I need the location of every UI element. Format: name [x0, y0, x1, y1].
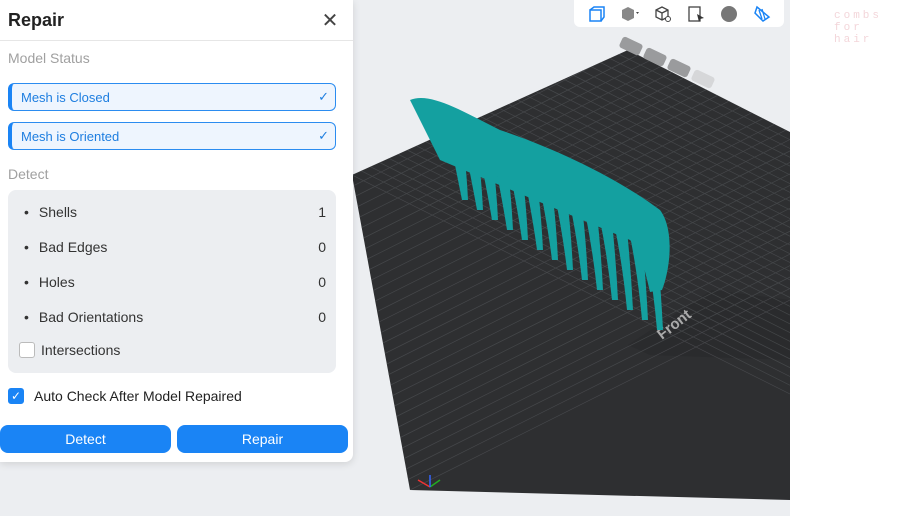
detect-row-holes: Holes 0: [24, 274, 326, 290]
detect-button[interactable]: Detect: [0, 425, 171, 453]
select-icon[interactable]: [686, 4, 706, 24]
status-mesh-closed: Mesh is Closed ✓: [8, 83, 336, 111]
auto-check-checkbox[interactable]: ✓ Auto Check After Model Repaired: [8, 388, 242, 404]
status-mesh-oriented: Mesh is Oriented ✓: [8, 122, 336, 150]
front-view-icon[interactable]: [587, 4, 607, 24]
build-plate: [352, 50, 790, 500]
row-label: Bad Edges: [24, 239, 108, 255]
row-label: Bad Orientations: [24, 309, 143, 325]
row-label: Shells: [24, 204, 77, 220]
model-status-heading: Model Status: [8, 50, 90, 66]
detect-row-bad-orientations: Bad Orientations 0: [24, 309, 326, 325]
detect-results: Shells 1 Bad Edges 0 Holes 0 Bad Orientatio…: [8, 190, 336, 373]
repair-button[interactable]: Repair: [177, 425, 348, 453]
checkbox-label: Auto Check After Model Repaired: [34, 388, 242, 404]
watermark: combs for hair: [834, 10, 883, 46]
detect-row-shells: Shells 1: [24, 204, 326, 220]
check-icon: ✓: [318, 89, 329, 104]
repair-panel: Repair ✕ Model Status Mesh is Closed ✓ Me…: [0, 0, 353, 462]
status-label: Mesh is Oriented: [21, 128, 120, 144]
row-value: 0: [318, 239, 326, 255]
sphere-render-icon[interactable]: [719, 4, 739, 24]
zoom-fit-icon[interactable]: [653, 4, 673, 24]
detect-heading: Detect: [8, 166, 49, 182]
intersections-checkbox[interactable]: Intersections: [19, 342, 120, 358]
checkbox-label: Intersections: [41, 342, 121, 358]
slice-view-icon[interactable]: [752, 4, 772, 24]
cube-view-icon[interactable]: [620, 4, 640, 24]
row-value: 1: [318, 204, 326, 220]
panel-title: Repair: [8, 9, 65, 30]
check-icon: ✓: [318, 128, 329, 143]
close-icon[interactable]: ✕: [315, 8, 345, 33]
row-value: 0: [318, 309, 326, 325]
view-toolbar: [574, 0, 784, 27]
checkbox[interactable]: [19, 342, 35, 358]
status-label: Mesh is Closed: [21, 89, 110, 105]
row-label: Holes: [24, 274, 75, 290]
detect-row-bad-edges: Bad Edges 0: [24, 239, 326, 255]
checkbox-checked[interactable]: ✓: [8, 388, 24, 404]
row-value: 0: [318, 274, 326, 290]
